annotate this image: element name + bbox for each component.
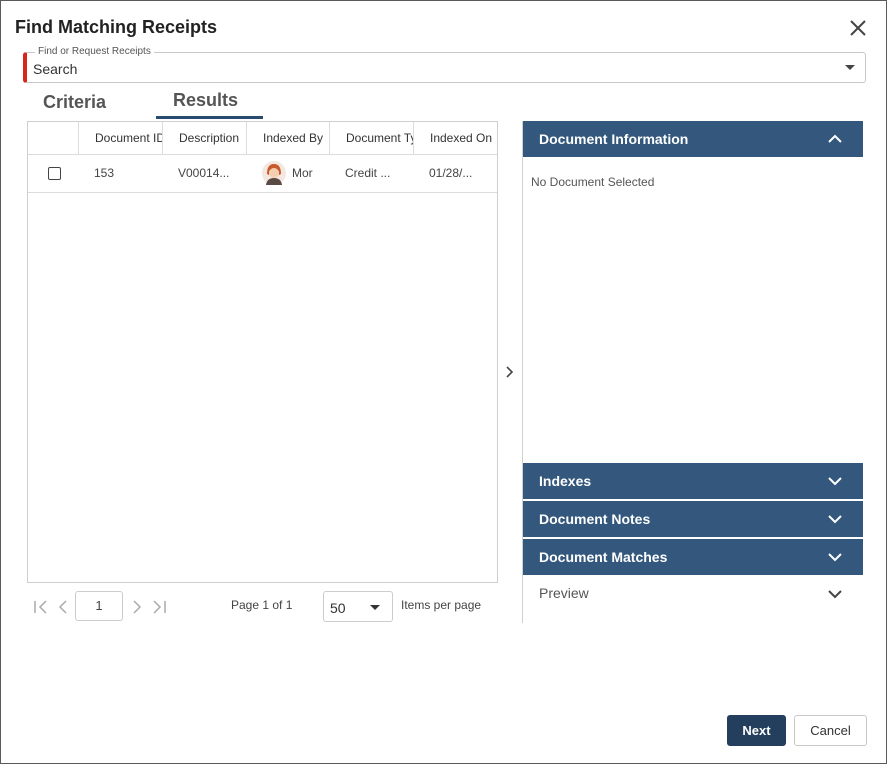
- grid-header: Document ID Description Indexed By Docum…: [28, 122, 497, 155]
- preview-title: Preview: [539, 585, 589, 601]
- cell-document-id: 153: [94, 166, 115, 180]
- search-field-value: Search: [33, 61, 78, 77]
- table-row[interactable]: 153 V00014... Mor Credit ... 01/28/...: [28, 155, 497, 193]
- document-notes-header[interactable]: Document Notes: [523, 501, 863, 537]
- column-header-indexed-on[interactable]: Indexed On: [413, 122, 497, 154]
- document-matches-header[interactable]: Document Matches: [523, 539, 863, 575]
- chevron-down-icon: [828, 477, 842, 486]
- chevron-right-icon[interactable]: [505, 365, 515, 379]
- results-grid: Document ID Description Indexed By Docum…: [27, 121, 498, 583]
- page-info: Page 1 of 1: [231, 598, 293, 612]
- column-header-description[interactable]: Description: [162, 122, 246, 154]
- document-notes-title: Document Notes: [539, 511, 651, 527]
- cell-indexed-by: Mor: [262, 155, 329, 192]
- indexes-title: Indexes: [539, 473, 592, 489]
- chevron-down-icon: [828, 553, 842, 562]
- column-header-document-id[interactable]: Document ID: [78, 122, 162, 154]
- page-size-select[interactable]: 50: [323, 591, 393, 622]
- dialog-title: Find Matching Receipts: [15, 17, 218, 37]
- user-avatar-icon: [262, 161, 286, 185]
- tab-criteria[interactable]: Criteria: [43, 92, 106, 113]
- receipts-search-combobox[interactable]: Find or Request Receipts Search: [23, 46, 866, 83]
- panel-splitter[interactable]: [498, 121, 523, 623]
- document-information-title: Document Information: [539, 131, 689, 147]
- indexes-header[interactable]: Indexes: [523, 463, 863, 499]
- next-page-icon[interactable]: [127, 589, 147, 625]
- chevron-up-icon: [828, 134, 842, 143]
- cell-description: V00014...: [178, 166, 230, 180]
- column-header-indexed-by[interactable]: Indexed By: [246, 122, 329, 154]
- indexed-by-name: Mor: [292, 166, 313, 180]
- previous-page-icon[interactable]: [53, 589, 73, 625]
- cell-indexed-on: 01/28/...: [429, 166, 473, 180]
- chevron-down-icon: [828, 515, 842, 524]
- select-column-header: [28, 122, 78, 154]
- document-information-body: No Document Selected: [523, 157, 863, 462]
- document-matches-title: Document Matches: [539, 549, 668, 565]
- last-page-icon[interactable]: [149, 589, 169, 625]
- next-button[interactable]: Next: [727, 715, 786, 746]
- dropdown-caret-icon[interactable]: [845, 65, 855, 70]
- no-document-selected-text: No Document Selected: [531, 175, 655, 189]
- row-select-checkbox[interactable]: [48, 167, 61, 180]
- column-header-document-type[interactable]: Document Type: [329, 122, 413, 154]
- items-per-page-label: Items per page: [401, 598, 482, 612]
- document-information-header[interactable]: Document Information: [523, 121, 863, 157]
- page-number-input[interactable]: 1: [75, 591, 123, 621]
- dropdown-caret-icon: [370, 605, 380, 610]
- first-page-icon[interactable]: [31, 589, 51, 625]
- chevron-down-icon: [828, 590, 842, 599]
- tab-results[interactable]: Results: [173, 90, 238, 111]
- cancel-button[interactable]: Cancel: [794, 715, 867, 746]
- preview-header[interactable]: Preview: [523, 576, 863, 612]
- page-size-value: 50: [330, 600, 346, 616]
- find-matching-receipts-dialog: Find Matching Receipts Find or Request R…: [0, 0, 887, 764]
- active-tab-indicator: [156, 116, 263, 119]
- search-field-legend: Find or Request Receipts: [35, 46, 154, 57]
- cell-document-type: Credit ...: [345, 166, 391, 180]
- grid-pager: 1 Page 1 of 1 50 Items per page: [27, 589, 498, 625]
- close-icon[interactable]: [847, 17, 869, 39]
